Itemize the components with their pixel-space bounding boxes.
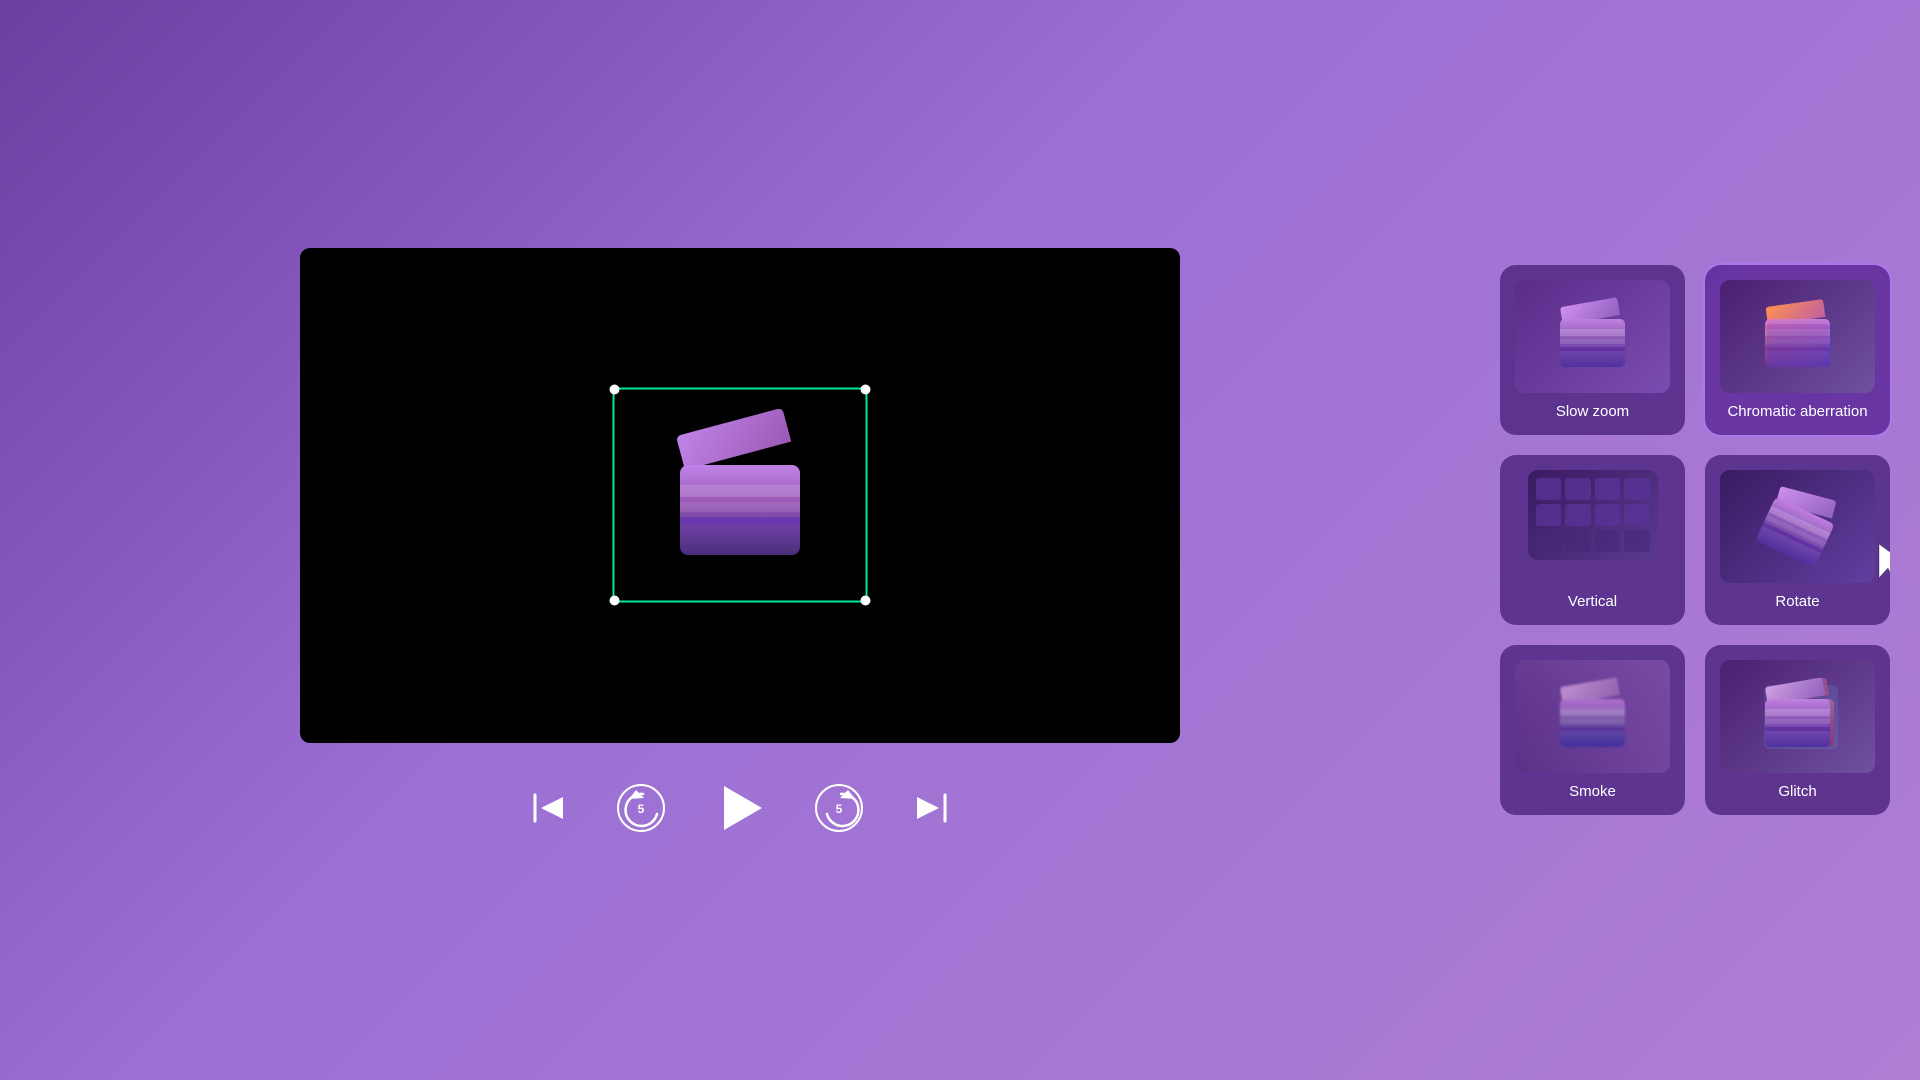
cursor-pointer xyxy=(1875,540,1890,595)
skip-back-button[interactable] xyxy=(531,790,567,826)
selection-box xyxy=(613,388,868,603)
mini-clapper-chromatic xyxy=(1763,307,1833,367)
rewind-seconds: 5 xyxy=(638,802,645,816)
effect-label-glitch: Glitch xyxy=(1778,783,1816,800)
selection-handle-tl[interactable] xyxy=(610,385,620,395)
effect-thumb-rotate xyxy=(1720,470,1875,583)
glitch-clapper-wrapper xyxy=(1763,687,1833,747)
effect-label-vertical: Vertical xyxy=(1568,593,1617,610)
effects-grid: Slow zoom Chromatic aberration xyxy=(1500,265,1890,815)
effect-thumb-chromatic xyxy=(1720,280,1875,393)
effect-label-chromatic-aberration: Chromatic aberration xyxy=(1727,403,1867,420)
forward-seconds: 5 xyxy=(836,802,843,816)
skip-forward-button[interactable] xyxy=(913,790,949,826)
effect-label-slow-zoom: Slow zoom xyxy=(1556,403,1629,420)
playback-controls: 5 5 xyxy=(531,783,949,833)
selection-handle-br[interactable] xyxy=(861,596,871,606)
mini-clapper-glitch xyxy=(1763,687,1833,747)
effects-panel: Slow zoom Chromatic aberration xyxy=(1480,0,1920,1080)
effect-card-smoke[interactable]: Smoke xyxy=(1500,645,1685,815)
selection-handle-tr[interactable] xyxy=(861,385,871,395)
mini-clapper-rotate xyxy=(1753,485,1842,569)
play-button[interactable] xyxy=(715,783,765,833)
video-player xyxy=(300,248,1180,743)
effect-thumb-vertical xyxy=(1528,470,1658,560)
selection-handle-bl[interactable] xyxy=(610,596,620,606)
effect-card-glitch[interactable]: Glitch xyxy=(1705,645,1890,815)
rewind-circle: 5 xyxy=(617,784,665,832)
effect-card-chromatic-aberration[interactable]: Chromatic aberration xyxy=(1705,265,1890,435)
rewind-button[interactable]: 5 xyxy=(617,784,665,832)
play-icon xyxy=(724,786,762,830)
effect-card-slow-zoom[interactable]: Slow zoom xyxy=(1500,265,1685,435)
effect-thumb-glitch xyxy=(1720,660,1875,773)
effect-card-vertical[interactable]: Vertical xyxy=(1500,455,1685,625)
forward-circle: 5 xyxy=(815,784,863,832)
effect-card-rotate[interactable]: Rotate xyxy=(1705,455,1890,625)
effect-thumb-smoke xyxy=(1515,660,1670,773)
effect-label-smoke: Smoke xyxy=(1569,783,1616,800)
mini-clapper-smoke xyxy=(1558,687,1628,747)
effect-label-rotate: Rotate xyxy=(1775,593,1819,610)
forward-button[interactable]: 5 xyxy=(815,784,863,832)
left-panel: 5 5 xyxy=(0,0,1480,1080)
effect-thumb-slow-zoom xyxy=(1515,280,1670,393)
mini-clapper-slow-zoom xyxy=(1558,307,1628,367)
